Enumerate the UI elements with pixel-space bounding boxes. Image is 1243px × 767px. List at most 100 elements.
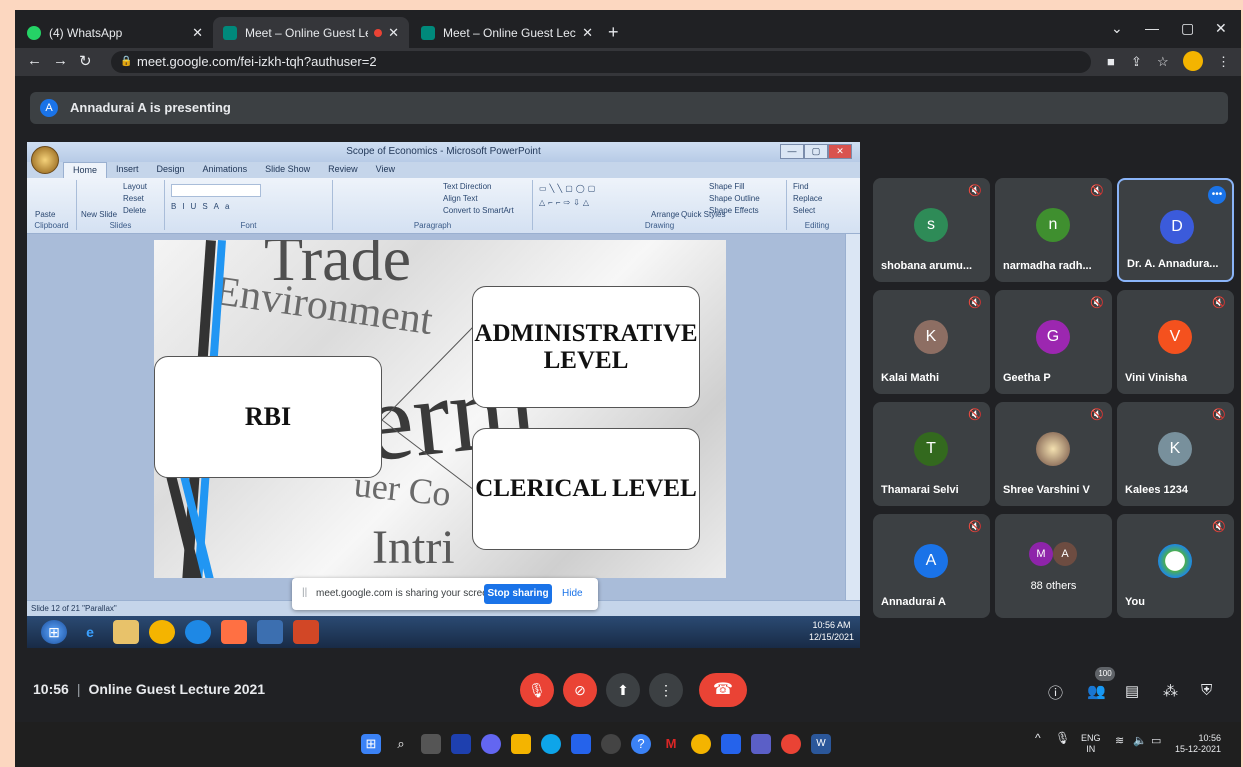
search-icon[interactable]: ⌕ (391, 734, 411, 754)
media-icon[interactable] (221, 620, 247, 644)
participant-tile-selected[interactable]: ••• D Dr. A. Annadura... (1117, 178, 1234, 282)
windows-start-icon[interactable]: ⊞ (361, 734, 381, 754)
share-icon[interactable]: ⇪ (1131, 54, 1142, 70)
edge-icon[interactable] (541, 734, 561, 754)
replace-button[interactable]: Replace (793, 194, 822, 203)
ribbon-tab-insert[interactable]: Insert (107, 162, 148, 178)
drag-handle-icon[interactable]: || (302, 587, 307, 598)
text-direction-button[interactable]: Text Direction (443, 182, 491, 191)
font-format-buttons[interactable]: BIUSAa (171, 202, 235, 211)
new-tab-button[interactable]: + (608, 22, 619, 43)
office-button[interactable] (31, 146, 59, 174)
ribbon-tab-home[interactable]: Home (63, 162, 108, 178)
clerical-level-box[interactable]: CLERICAL LEVEL (472, 428, 700, 550)
ribbon-tab-review[interactable]: Review (319, 162, 367, 178)
mcafee-icon[interactable]: M (661, 734, 681, 754)
powerpoint-icon[interactable] (293, 620, 319, 644)
explorer-icon[interactable] (113, 620, 139, 644)
ppt-maximize-icon[interactable]: ▢ (804, 144, 828, 159)
close-window-icon[interactable]: ✕ (1215, 20, 1227, 37)
microphone-icon[interactable]: 🎙 (1055, 732, 1070, 744)
menu-icon[interactable]: ⋮ (1217, 54, 1230, 70)
address-bar[interactable]: 🔒 meet.google.com/fei-izkh-tqh?authuser=… (111, 51, 1091, 73)
minimize-icon[interactable]: — (1145, 20, 1159, 36)
chevron-up-icon[interactable]: ^ (1035, 732, 1041, 744)
shape-fill-button[interactable]: Shape Fill (709, 182, 745, 191)
ribbon-tab-animations[interactable]: Animations (194, 162, 257, 178)
convert-smartart-button[interactable]: Convert to SmartArt (443, 206, 514, 215)
reset-button[interactable]: Reset (123, 194, 144, 203)
reload-icon[interactable]: ↻ (79, 52, 92, 70)
store-icon[interactable] (571, 734, 591, 754)
teams-icon[interactable] (751, 734, 771, 754)
more-options-icon[interactable]: ••• (1208, 186, 1226, 204)
chrome-icon[interactable] (149, 620, 175, 644)
new-slide-button[interactable]: New Slide (81, 210, 117, 219)
ppt-vertical-scrollbar[interactable] (845, 234, 860, 600)
chrome-icon[interactable] (691, 734, 711, 754)
tab-search-icon[interactable]: ⌄ (1111, 20, 1123, 37)
ppt-minimize-icon[interactable]: — (780, 144, 804, 159)
participant-tile[interactable]: 🔇 K Kalees 1234 (1117, 402, 1234, 506)
paste-button[interactable]: Paste (35, 210, 55, 219)
tab-meet-2[interactable]: Meet – Online Guest Lecture 202 ✕ (411, 17, 603, 48)
ppt-close-icon[interactable]: ✕ (828, 144, 852, 159)
teams-chat-icon[interactable] (481, 734, 501, 754)
participant-tile[interactable]: 🔇 V Vini Vinisha (1117, 290, 1234, 394)
people-icon[interactable]: 👥 (1087, 682, 1106, 700)
self-tile[interactable]: 🔇 You (1117, 514, 1234, 618)
profile-avatar[interactable] (1183, 51, 1203, 71)
chat-icon[interactable]: ▤ (1125, 682, 1139, 700)
hide-button[interactable]: Hide (562, 588, 583, 599)
widgets-icon[interactable] (451, 734, 471, 754)
app-icon[interactable] (601, 734, 621, 754)
find-button[interactable]: Find (793, 182, 809, 191)
back-icon[interactable]: ← (27, 52, 42, 69)
participant-tile[interactable]: 🔇 G Geetha P (995, 290, 1112, 394)
close-icon[interactable]: ✕ (192, 25, 203, 41)
ie-icon[interactable]: e (77, 620, 103, 644)
mic-toggle-button[interactable]: 🎙 (520, 673, 554, 707)
app-icon[interactable] (257, 620, 283, 644)
ribbon-tab-view[interactable]: View (367, 162, 404, 178)
participant-tile[interactable]: 🔇 s shobana arumu... (873, 178, 990, 282)
chrome-profile-icon[interactable] (781, 734, 801, 754)
participant-tile[interactable]: 🔇 Shree Varshini V (995, 402, 1112, 506)
layout-button[interactable]: Layout (123, 182, 147, 191)
zoom-icon[interactable] (721, 734, 741, 754)
start-icon[interactable]: ⊞ (41, 620, 67, 644)
language-indicator[interactable]: ENG IN (1081, 733, 1101, 755)
participant-tile[interactable]: 🔇 n narmadha radh... (995, 178, 1112, 282)
task-view-icon[interactable] (421, 734, 441, 754)
info-icon[interactable]: ⓘ (1048, 682, 1063, 703)
shape-effects-button[interactable]: Shape Effects (709, 206, 759, 215)
more-options-button[interactable]: ⋮ (649, 673, 683, 707)
leave-call-button[interactable]: ☎ (699, 673, 747, 707)
help-icon[interactable]: ? (631, 734, 651, 754)
participant-tile[interactable]: 🔇 K Kalai Mathi (873, 290, 990, 394)
delete-button[interactable]: Delete (123, 206, 146, 215)
volume-icon[interactable]: 🔈 (1133, 736, 1147, 747)
arrange-button[interactable]: Arrange (651, 210, 679, 219)
activities-icon[interactable]: ⁂ (1163, 682, 1178, 700)
tab-whatsapp[interactable]: (4) WhatsApp ✕ (17, 17, 213, 48)
participant-tile[interactable]: 🔇 A Annadurai A (873, 514, 990, 618)
forward-icon[interactable]: → (53, 52, 68, 69)
host-controls-icon[interactable]: ⛨ (1201, 682, 1212, 699)
close-icon[interactable]: ✕ (582, 25, 593, 41)
ribbon-tab-slideshow[interactable]: Slide Show (256, 162, 319, 178)
battery-icon[interactable]: ▭ (1151, 736, 1161, 747)
align-text-button[interactable]: Align Text (443, 194, 478, 203)
maximize-icon[interactable]: ▢ (1181, 20, 1194, 37)
close-icon[interactable]: ✕ (388, 25, 399, 41)
system-clock[interactable]: 10:56 15-12-2021 (1175, 733, 1221, 755)
camera-icon[interactable]: ■ (1107, 54, 1115, 69)
edge-icon[interactable] (185, 620, 211, 644)
star-icon[interactable]: ☆ (1157, 54, 1169, 70)
stop-sharing-button[interactable]: Stop sharing (484, 584, 552, 604)
select-button[interactable]: Select (793, 206, 815, 215)
present-button[interactable]: ⬆ (606, 673, 640, 707)
others-tile[interactable]: M A 88 others (995, 514, 1112, 618)
slide[interactable]: Trade Environment erm uer Co Intri RBI A… (154, 240, 726, 578)
participant-tile[interactable]: 🔇 T Thamarai Selvi (873, 402, 990, 506)
